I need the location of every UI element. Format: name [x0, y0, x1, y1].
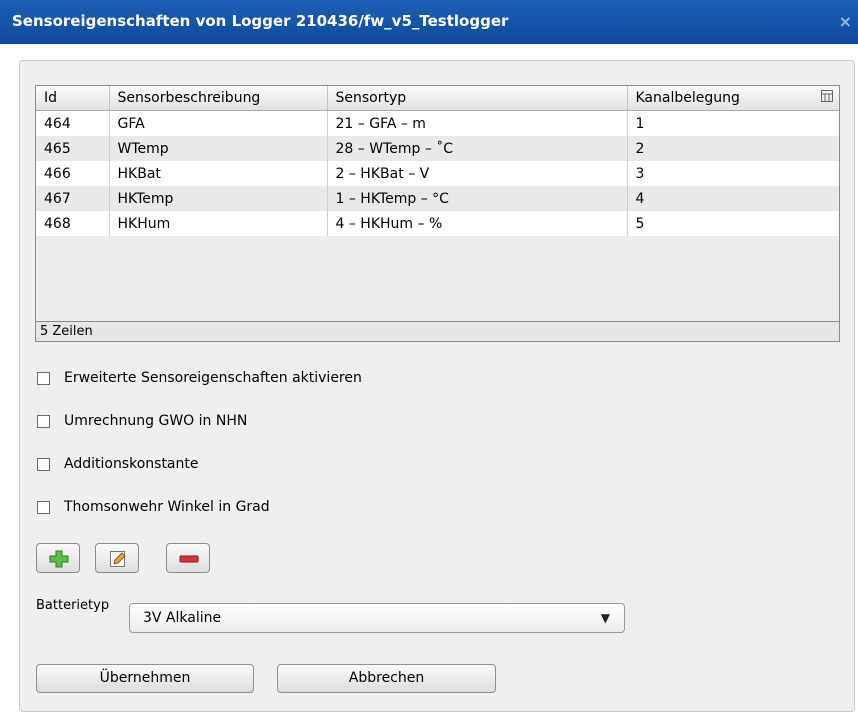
- cell-description: HKTemp: [109, 186, 328, 211]
- cell-description: WTemp: [109, 136, 328, 161]
- column-header-type[interactable]: Sensortyp: [327, 86, 628, 111]
- cell-description: HKHum: [109, 211, 328, 236]
- cell-id: 466: [36, 161, 110, 186]
- dialog-titlebar: Sensoreigenschaften von Logger 210436/fw…: [0, 0, 858, 44]
- dialog-title: Sensoreigenschaften von Logger 210436/fw…: [12, 12, 509, 30]
- cell-channel: 1: [627, 110, 839, 136]
- cell-type: 28 – WTemp – ˚C: [327, 136, 628, 161]
- table-row[interactable]: 464 GFA 21 – GFA – m 1: [36, 110, 839, 136]
- edit-sensor-button[interactable]: [95, 543, 139, 573]
- table-header-row: Id Sensorbeschreibung Sensortyp Kanalbel…: [36, 86, 839, 111]
- cell-id: 467: [36, 186, 110, 211]
- column-header-id[interactable]: Id: [36, 86, 110, 111]
- column-header-channel-label: Kanalbelegung: [635, 90, 740, 106]
- checkbox-extended-properties[interactable]: Erweiterte Sensoreigenschaften aktiviere…: [37, 370, 362, 386]
- cancel-button[interactable]: Abbrechen: [277, 664, 496, 693]
- checkbox-gwo-nhn[interactable]: Umrechnung GWO in NHN: [37, 413, 247, 429]
- checkbox-label: Additionskonstante: [64, 456, 199, 472]
- cell-channel: 3: [627, 161, 839, 186]
- sensor-grid: Id Sensorbeschreibung Sensortyp Kanalbel…: [35, 85, 840, 342]
- minus-icon: [179, 555, 199, 563]
- cell-type: 21 – GFA – m: [327, 110, 628, 136]
- pencil-icon: [110, 551, 126, 567]
- sensor-table: Id Sensorbeschreibung Sensortyp Kanalbel…: [36, 86, 839, 236]
- column-header-channel[interactable]: Kanalbelegung: [627, 86, 839, 111]
- checkbox-label: Umrechnung GWO in NHN: [64, 413, 248, 429]
- cell-description: HKBat: [109, 161, 328, 186]
- grid-row-count: 5 Zeilen: [36, 321, 839, 341]
- checkbox-box[interactable]: [37, 414, 50, 428]
- table-row[interactable]: 468 HKHum 4 – HKHum – % 5: [36, 211, 839, 236]
- column-chooser-icon[interactable]: [821, 90, 833, 105]
- close-icon[interactable]: ×: [839, 12, 852, 31]
- battery-type-label: Batterietyp: [36, 598, 110, 613]
- table-row[interactable]: 465 WTemp 28 – WTemp – ˚C 2: [36, 136, 839, 161]
- cell-type: 4 – HKHum – %: [327, 211, 628, 236]
- cell-id: 465: [36, 136, 110, 161]
- add-sensor-button[interactable]: [36, 543, 80, 573]
- checkbox-label: Thomsonwehr Winkel in Grad: [64, 499, 270, 515]
- checkbox-thomson-weir[interactable]: Thomsonwehr Winkel in Grad: [37, 499, 270, 515]
- checkbox-box[interactable]: [37, 457, 50, 471]
- remove-sensor-button[interactable]: [166, 543, 210, 573]
- cell-type: 1 – HKTemp – °C: [327, 186, 628, 211]
- table-row[interactable]: 466 HKBat 2 – HKBat – V 3: [36, 161, 839, 186]
- checkbox-addition-constant[interactable]: Additionskonstante: [37, 456, 199, 472]
- cell-channel: 2: [627, 136, 839, 161]
- column-header-description[interactable]: Sensorbeschreibung: [109, 86, 328, 111]
- table-row[interactable]: 467 HKTemp 1 – HKTemp – °C 4: [36, 186, 839, 211]
- cell-channel: 4: [627, 186, 839, 211]
- battery-type-value: 3V Alkaline: [143, 610, 222, 626]
- chevron-down-icon: ▼: [600, 611, 610, 625]
- cell-type: 2 – HKBat – V: [327, 161, 628, 186]
- apply-button[interactable]: Übernehmen: [36, 664, 254, 693]
- cell-channel: 5: [627, 211, 839, 236]
- battery-type-select[interactable]: 3V Alkaline ▼: [129, 603, 625, 633]
- cell-description: GFA: [109, 110, 328, 136]
- checkbox-box[interactable]: [37, 371, 50, 385]
- cell-id: 468: [36, 211, 110, 236]
- plus-icon: [49, 550, 69, 568]
- cell-id: 464: [36, 110, 110, 136]
- checkbox-box[interactable]: [37, 500, 50, 514]
- checkbox-label: Erweiterte Sensoreigenschaften aktiviere…: [64, 370, 362, 386]
